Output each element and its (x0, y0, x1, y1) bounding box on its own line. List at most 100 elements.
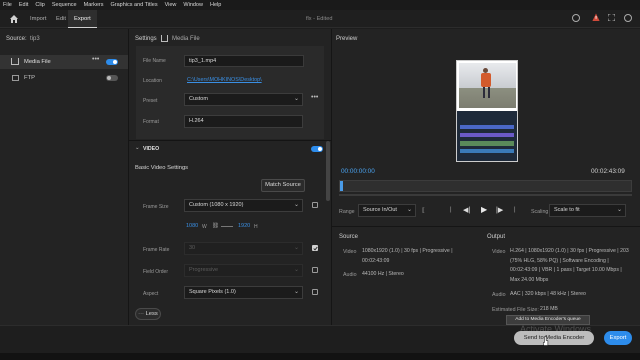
tab-import[interactable]: Import (30, 10, 46, 28)
play-icon[interactable]: ▶ (481, 205, 487, 214)
link-icon[interactable]: ⛓ (212, 223, 219, 229)
frame-rate-checkbox[interactable] (312, 245, 318, 251)
location-link[interactable]: C:\Users\MOHKINOS\Desktop\ (187, 77, 262, 83)
chevron-down-icon: ⌄ (293, 289, 299, 295)
frame-rate-dropdown[interactable]: 30 ⌄ (184, 242, 303, 255)
taskbar (0, 353, 640, 360)
preset-dropdown[interactable]: Custom ⌄ (184, 93, 303, 106)
fullscreen-icon[interactable] (607, 13, 616, 22)
scrub-bar[interactable] (339, 180, 632, 192)
video-toggle[interactable] (311, 146, 323, 152)
home-icon[interactable] (9, 14, 19, 24)
set-in-icon[interactable]: ⟦ (422, 207, 425, 214)
file-name-input[interactable]: tip3_1.mp4 (184, 55, 304, 67)
field-order-value: Progressive (189, 267, 219, 273)
range-dropdown[interactable]: Source In/Out ⌄ (358, 204, 416, 217)
ftp-toggle[interactable] (106, 75, 118, 81)
link-line (221, 226, 233, 227)
aspect-dropdown[interactable]: Square Pixels (1.0) ⌄ (184, 286, 303, 299)
preset-value: Custom (189, 96, 208, 102)
width-value[interactable]: 1080 (186, 223, 198, 229)
menu-bar: File Edit Clip Sequence Markers Graphics… (0, 0, 640, 10)
more-icon[interactable]: ••• (92, 56, 99, 63)
aspect-checkbox[interactable] (312, 289, 318, 295)
source-audio-label: Audio (343, 272, 357, 278)
preview-timeline-clip (460, 125, 514, 129)
scaling-dropdown[interactable]: Scale to fit ⌄ (549, 204, 626, 217)
scaling-label: Scaling (531, 209, 549, 215)
menu-sequence[interactable]: Sequence (52, 2, 77, 8)
field-order-checkbox[interactable] (312, 267, 318, 273)
destination-ftp[interactable]: FTP (0, 71, 128, 85)
preview-panel: Preview 00:00:00:00 00:02:43:09 Range So… (332, 29, 640, 325)
export-button[interactable]: Export (604, 331, 632, 345)
media-file-toggle[interactable] (106, 59, 118, 65)
menu-window[interactable]: Window (183, 2, 203, 8)
chevron-down-icon: ⌄ (406, 207, 412, 213)
output-video-label: Video (492, 249, 506, 255)
format-dropdown[interactable]: H.264 (184, 115, 303, 128)
file-name-label: File Name (143, 58, 166, 64)
less-label: Less (145, 311, 158, 317)
menu-clip[interactable]: Clip (35, 2, 44, 8)
match-source-button[interactable]: Match Source (261, 179, 305, 192)
file-size-label: Estimated File Size: (492, 307, 539, 313)
destination-media-file[interactable]: Media File ••• (0, 55, 128, 69)
settings-scrollbar[interactable] (326, 141, 330, 201)
step-back-icon[interactable]: ◀| (463, 206, 470, 214)
preset-more-icon[interactable]: ••• (311, 94, 318, 101)
divider (332, 226, 640, 227)
menu-file[interactable]: File (3, 2, 12, 8)
source-audio-value: 44100 Hz | Stereo (362, 271, 404, 277)
settings-title: Settings (135, 36, 157, 42)
aspect-label: Aspect (143, 291, 159, 297)
frame-size-dropdown[interactable]: Custom (1080 x 1920) ⌄ (184, 199, 303, 212)
settings-panel: Settings Media File File Name tip3_1.mp4… (129, 29, 332, 325)
range-value: Source In/Out (363, 207, 397, 213)
collapse-chevron-icon[interactable]: ⌄ (135, 145, 140, 151)
source-name: tip3 (30, 36, 40, 42)
output-info-title: Output (487, 234, 506, 240)
preview-timeline-overlay (457, 111, 517, 161)
mark-out-icon[interactable]: | (514, 207, 516, 213)
less-button[interactable]: ··· Less (135, 308, 161, 320)
chevron-down-icon: ⌄ (293, 267, 299, 273)
menu-help[interactable]: Help (210, 2, 221, 8)
playhead[interactable] (340, 181, 343, 191)
step-forward-icon[interactable]: |▶ (496, 206, 503, 214)
menu-graphics[interactable]: Graphics and Titles (111, 2, 158, 8)
quick-export-icon[interactable] (572, 14, 580, 22)
field-order-dropdown[interactable]: Progressive ⌄ (184, 264, 303, 277)
settings-tab: Media File (172, 36, 200, 42)
menu-markers[interactable]: Markers (84, 2, 104, 8)
zoom-bar[interactable] (339, 194, 632, 196)
preview-timeline-clip (460, 133, 514, 137)
alert-icon[interactable] (592, 13, 600, 22)
chevron-down-icon: ⌄ (293, 96, 299, 102)
cursor-hand-icon (542, 336, 549, 346)
account-icon[interactable] (624, 14, 632, 22)
tab-edit[interactable]: Edit (56, 10, 66, 28)
frame-rate-label: Frame Rate (143, 247, 170, 253)
scaling-value: Scale to fit (554, 207, 580, 213)
send-to-media-encoder-button[interactable]: Send to Media Encoder (514, 331, 594, 345)
menu-view[interactable]: View (165, 2, 177, 8)
height-value[interactable]: 1920 (238, 223, 250, 229)
basic-video-settings-heading: Basic Video Settings (135, 165, 189, 171)
preview-person-head (483, 68, 488, 73)
source-panel: Source: tip3 Media File ••• FTP (0, 29, 129, 325)
menu-edit[interactable]: Edit (19, 2, 28, 8)
frame-size-checkbox[interactable] (312, 202, 318, 208)
tab-export[interactable]: Export (68, 10, 97, 28)
preview-timeline-clip (460, 141, 514, 146)
mark-in-icon[interactable]: | (450, 207, 452, 213)
output-video-value: H.264 | 1080x1920 (1.0) | 30 fps | Progr… (510, 248, 629, 283)
preview-person (481, 73, 491, 87)
ftp-icon (12, 75, 19, 81)
range-label: Range (339, 209, 355, 215)
field-order-label: Field Order (143, 269, 169, 275)
current-timecode[interactable]: 00:00:00:00 (341, 168, 375, 175)
preview-person-leg (488, 87, 490, 98)
chevron-down-icon: ⌄ (293, 202, 299, 208)
source-label: Source: (6, 36, 27, 42)
